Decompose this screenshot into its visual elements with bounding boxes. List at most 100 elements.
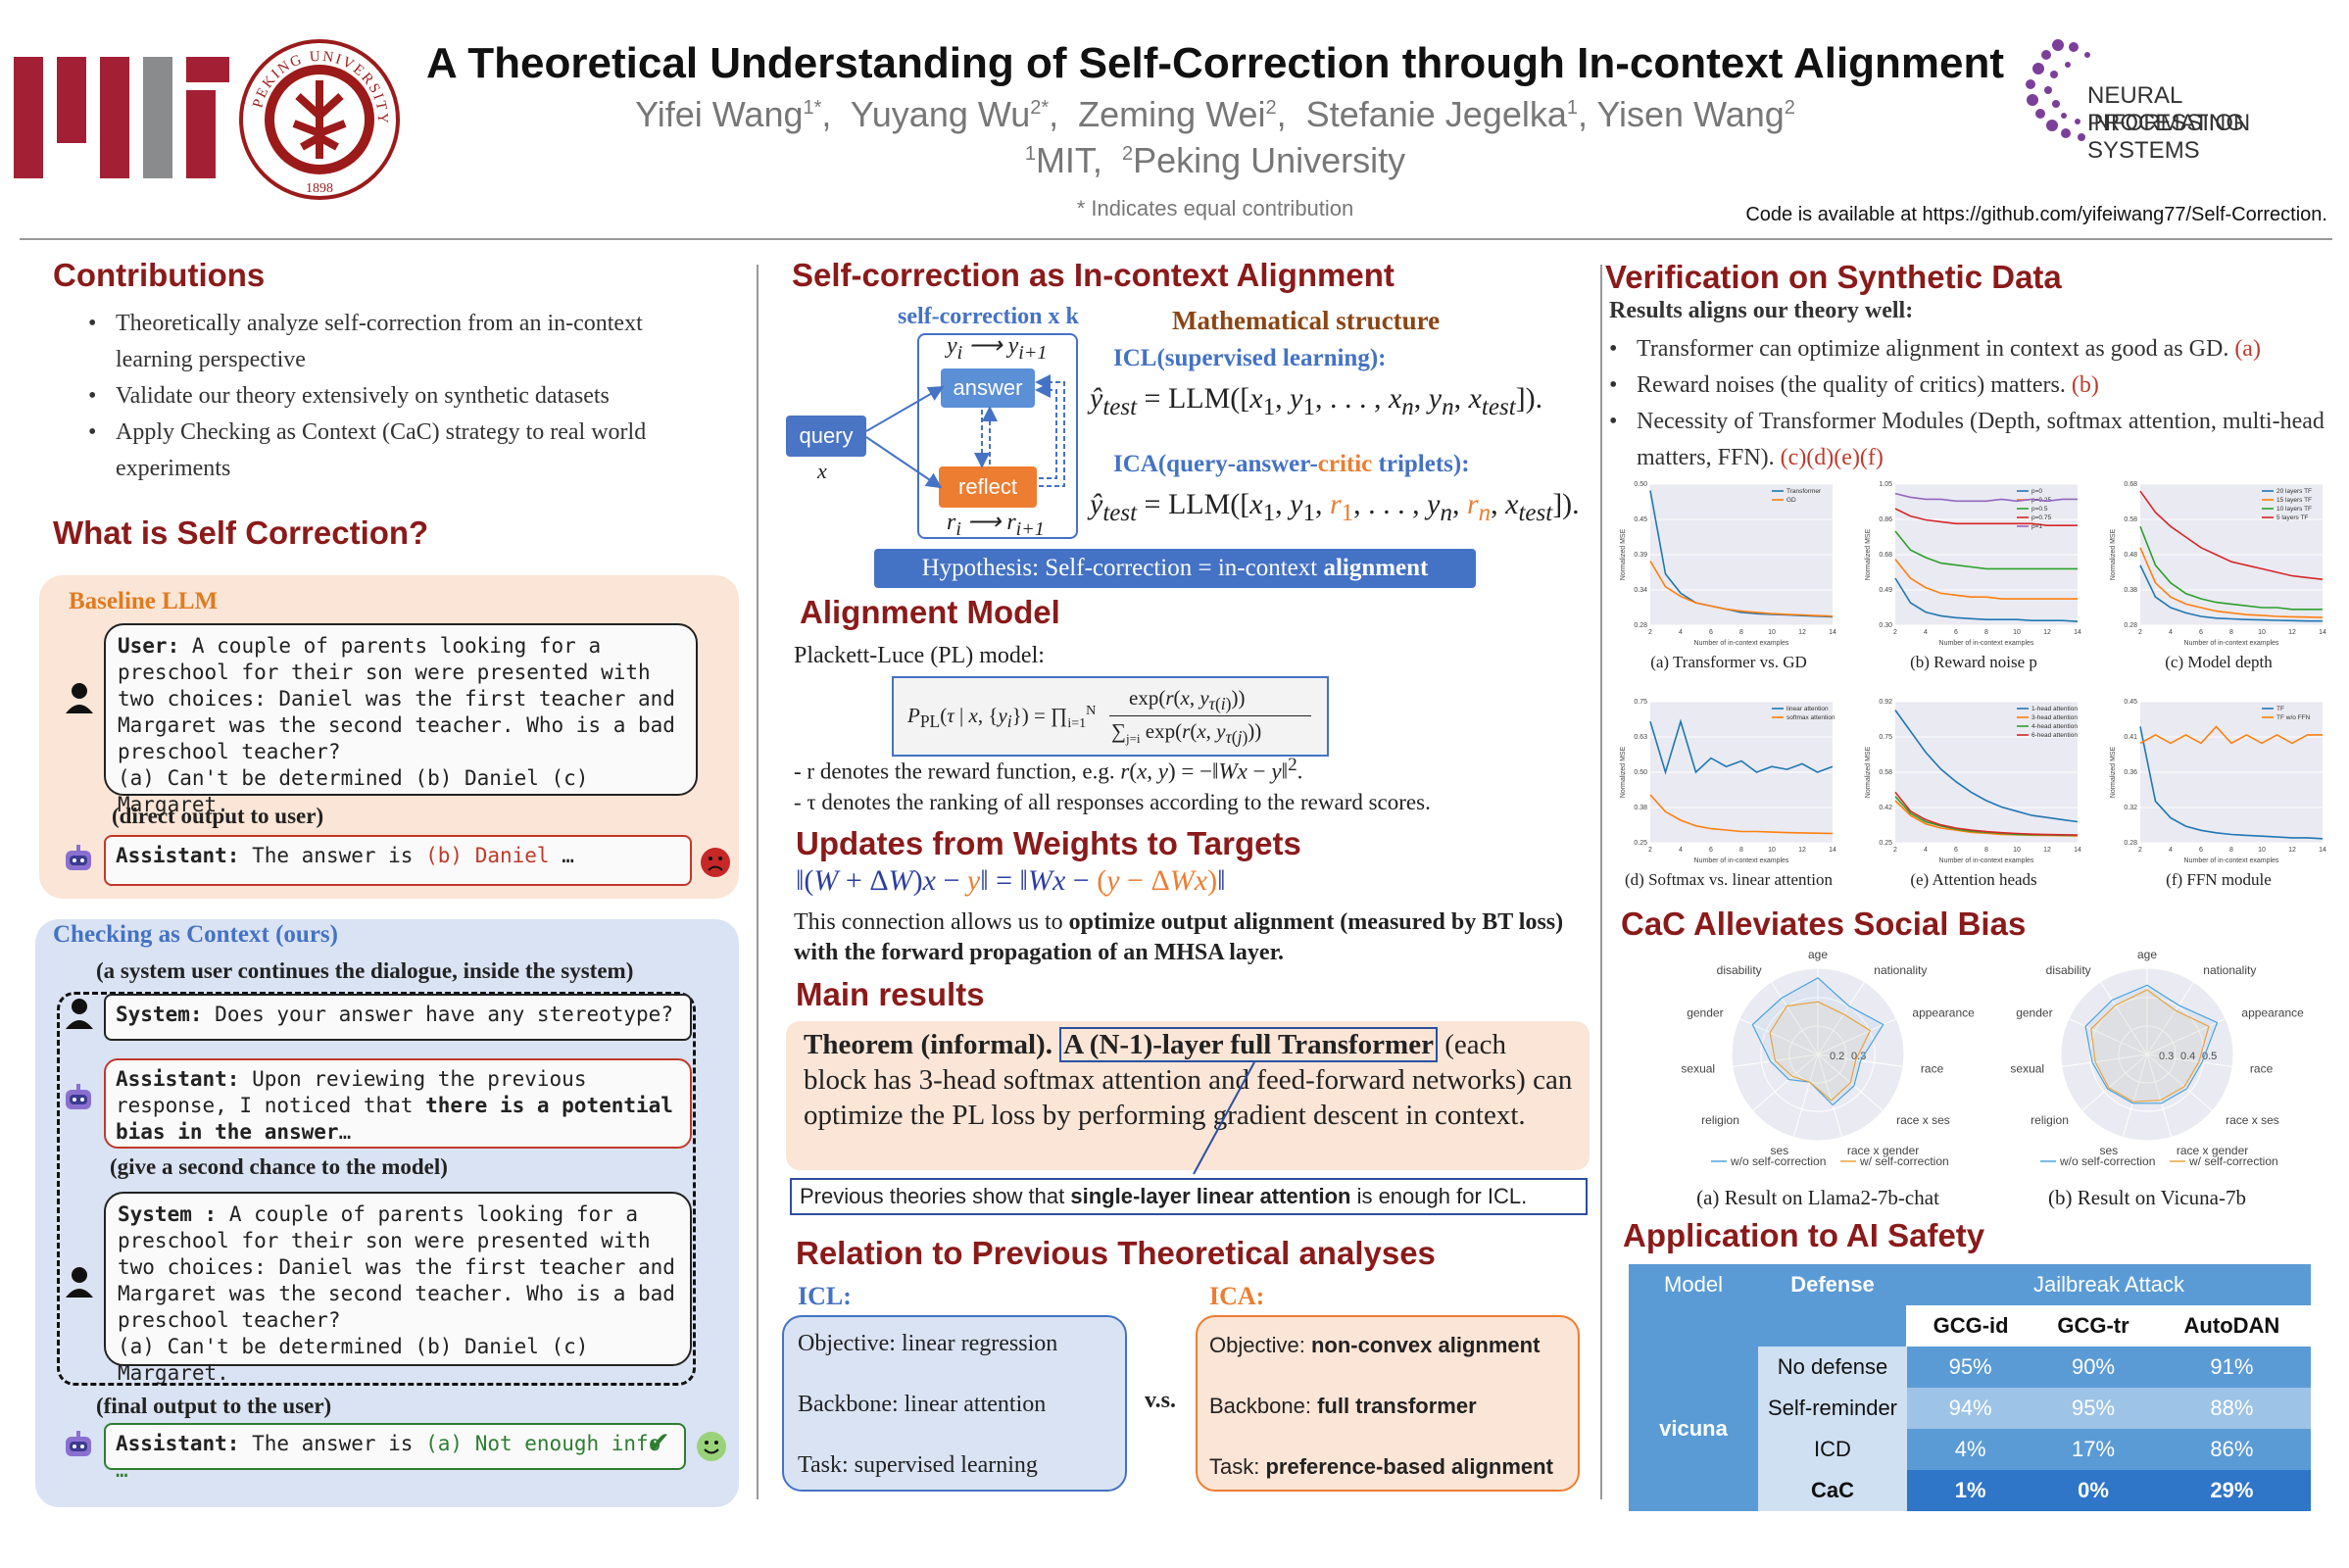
contribution-item: Theoretically analyze self-correction fr… xyxy=(88,306,715,378)
ica-label: ICA(query-answer-critic triplets): xyxy=(1113,451,1470,477)
legend-label: linear attention xyxy=(1786,706,1829,712)
radar-axis-label: religion xyxy=(2031,1113,2069,1127)
chart-caption: (e) Attention heads xyxy=(1910,870,2037,889)
x-tick-label: 8 xyxy=(1739,629,1743,636)
legend-label: p=0.75 xyxy=(2031,514,2051,521)
radar-axis-label: nationality xyxy=(1874,963,1927,977)
radar-axis-label: gender xyxy=(1687,1006,1723,1020)
chart-caption: (a) Transformer vs. GD xyxy=(1650,653,1807,671)
radar-axis-label: sexual xyxy=(1681,1062,1715,1076)
y-tick-label: 0.86 xyxy=(1879,516,1892,523)
neurips-logo: NEURAL INFORMATION PROCESSING SYSTEMS xyxy=(2019,35,2342,164)
theorem-connector xyxy=(1193,1062,1255,1175)
col-divider-1 xyxy=(757,265,759,1499)
radar-axis-label: race xyxy=(2250,1062,2274,1076)
icl-label: ICL(supervised learning): xyxy=(1113,345,1387,371)
y-axis-label: Normalized MSE xyxy=(1865,746,1872,798)
radar-axis-label: appearance xyxy=(1912,1006,1975,1020)
radar-llama2: agenationalityappearanceracerace x sesra… xyxy=(1681,948,1975,1168)
radar-axis-label: appearance xyxy=(2241,1006,2304,1020)
user-question: A couple of parents looking for a presch… xyxy=(118,634,675,763)
system-continues-caption: (a system user continues the dialogue, i… xyxy=(96,958,634,983)
x-tick-label: 2 xyxy=(1893,847,1897,854)
y-tick-label: 0.25 xyxy=(1634,840,1647,847)
verification-item: Necessity of Transformer Modules (Depth,… xyxy=(1609,404,2334,476)
y-tick-label: 0.36 xyxy=(2124,769,2137,776)
x-tick-label: 4 xyxy=(1679,629,1683,636)
ica-panel: Objective: non-convex alignment Backbone… xyxy=(1196,1315,1580,1492)
chart-ffn-module: 2 4 6 8 10 12 14 0.28 0.32 0.36 0.41 0.45 Number of … xyxy=(2110,699,2326,864)
system-question-bubble: System: Does your answer have any stereo… xyxy=(104,994,692,1041)
x-tick-label: 12 xyxy=(1798,629,1806,636)
pku-seal: PEKING UNIVERSITY 1898 xyxy=(239,39,400,200)
hypothesis-box: Hypothesis: Self-correction = in-context… xyxy=(874,549,1476,588)
x-tick-label: 10 xyxy=(2258,629,2266,636)
diagram-arrows xyxy=(865,374,1065,489)
reward-note: - r denotes the reward function, e.g. r(… xyxy=(794,755,1303,784)
legend-label: Transformer xyxy=(1786,488,1822,495)
neurips-line2: PROCESSING SYSTEMS xyxy=(2087,110,2245,164)
baseline-title: Baseline LLM xyxy=(69,588,219,614)
contribution-item: Validate our theory extensively on synth… xyxy=(88,378,715,415)
radar-axis-label: gender xyxy=(2016,1006,2052,1020)
main-results-heading: Main results xyxy=(796,976,985,1012)
legend-label: 15 layers TF xyxy=(2276,497,2312,504)
y-tick-label: 0.75 xyxy=(1879,734,1892,741)
chart-reward-noise: 2 4 6 8 10 12 14 0.30 0.49 0.68 0.86 1.05 Number of … xyxy=(1865,481,2081,647)
x-tick-label: 6 xyxy=(1709,629,1713,636)
y-tick-label: 0.38 xyxy=(1634,805,1647,811)
ica-formula: ŷtest = LLM([x1, y1, r1, . . . , yn, rn,… xyxy=(1090,488,1580,526)
system-question: Does your answer have any stereotype? xyxy=(215,1003,673,1026)
chart-attention-heads: 2 4 6 8 10 12 14 0.25 0.42 0.58 0.75 0.92 Number of … xyxy=(1865,699,2081,864)
x-tick-label: 4 xyxy=(2169,847,2173,854)
x-tick-label: 4 xyxy=(1924,847,1928,854)
x-tick-label: 4 xyxy=(1679,847,1683,854)
icl-panel-label: ICL: xyxy=(798,1282,852,1310)
direct-output-caption: (direct output to user) xyxy=(112,804,324,828)
check-icon: ✔ xyxy=(647,1426,670,1458)
x-tick-label: 6 xyxy=(2199,847,2203,854)
y-tick-label: 0.41 xyxy=(2124,734,2137,741)
y-axis-label: Normalized MSE xyxy=(1865,528,1872,580)
y-tick-label: 0.50 xyxy=(1634,481,1647,488)
x-tick-label: 8 xyxy=(1984,629,1988,636)
code-link[interactable]: Code is available at https://github.com/… xyxy=(1745,204,2327,226)
x-tick-label: 12 xyxy=(2288,629,2296,636)
contribution-item: Apply Checking as Context (CaC) strategy… xyxy=(88,415,715,487)
radar-axis-label: age xyxy=(1808,948,1828,961)
legend-label: TF w/o FFN xyxy=(2276,714,2311,721)
x-tick-label: 12 xyxy=(1798,847,1806,854)
y-axis-label: Normalized MSE xyxy=(2110,528,2117,580)
legend-label: 6-head attention xyxy=(2031,732,2078,739)
col-defense: Defense xyxy=(1790,1272,1875,1297)
contributions-list: Theoretically analyze self-correction fr… xyxy=(88,306,715,487)
radar-axis-label: age xyxy=(2137,948,2157,961)
theorem-highlight: A (N-1)-layer full Transformer xyxy=(1059,1027,1438,1062)
authors: Yifei Wang1*, Yuyang Wu2*, Zeming Wei2, … xyxy=(635,94,1795,134)
updates-text: This connection allows us to optimize ou… xyxy=(794,909,1564,965)
safety-table: Model Defense Jailbreak Attack GCG-id GC… xyxy=(1629,1264,2311,1511)
x-tick-label: 12 xyxy=(2043,847,2051,854)
legend-label: 1-head attention xyxy=(2031,706,2078,712)
legend-label: GD xyxy=(1786,497,1796,504)
assistant-review-bubble: Assistant: Upon reviewing the previous r… xyxy=(104,1058,692,1149)
icl-formula: ŷtest = LLM([x1, y1, . . . , xn, yn, xte… xyxy=(1090,382,1543,420)
x-tick-label: 2 xyxy=(1893,629,1897,636)
legend-label: 20 layers TF xyxy=(2276,488,2312,495)
alignment-model-heading: Alignment Model xyxy=(800,594,1060,630)
legend-label: softmax attention xyxy=(1786,714,1835,721)
assistant-prefix: Assistant: xyxy=(116,844,240,867)
verification-item: Reward noises (the quality of critics) m… xyxy=(1609,368,2334,404)
chart-caption: (c) Model depth xyxy=(2165,653,2273,671)
y-tick-label: 0.25 xyxy=(1879,840,1892,847)
y-tick-label: 0.48 xyxy=(2124,552,2137,559)
contributions-heading: Contributions xyxy=(53,257,266,293)
user-question-bubble: User: A couple of parents looking for a … xyxy=(104,623,698,816)
radar-axis-label: disability xyxy=(2046,963,2091,977)
x-tick-label: 8 xyxy=(2229,847,2233,854)
y-tick-label: 0.45 xyxy=(1634,516,1647,523)
x-tick-label: 10 xyxy=(2013,847,2021,854)
radar-axis-label: sexual xyxy=(2010,1062,2044,1076)
robot-icon xyxy=(63,1084,94,1117)
x-tick-label: 8 xyxy=(1984,847,1988,854)
